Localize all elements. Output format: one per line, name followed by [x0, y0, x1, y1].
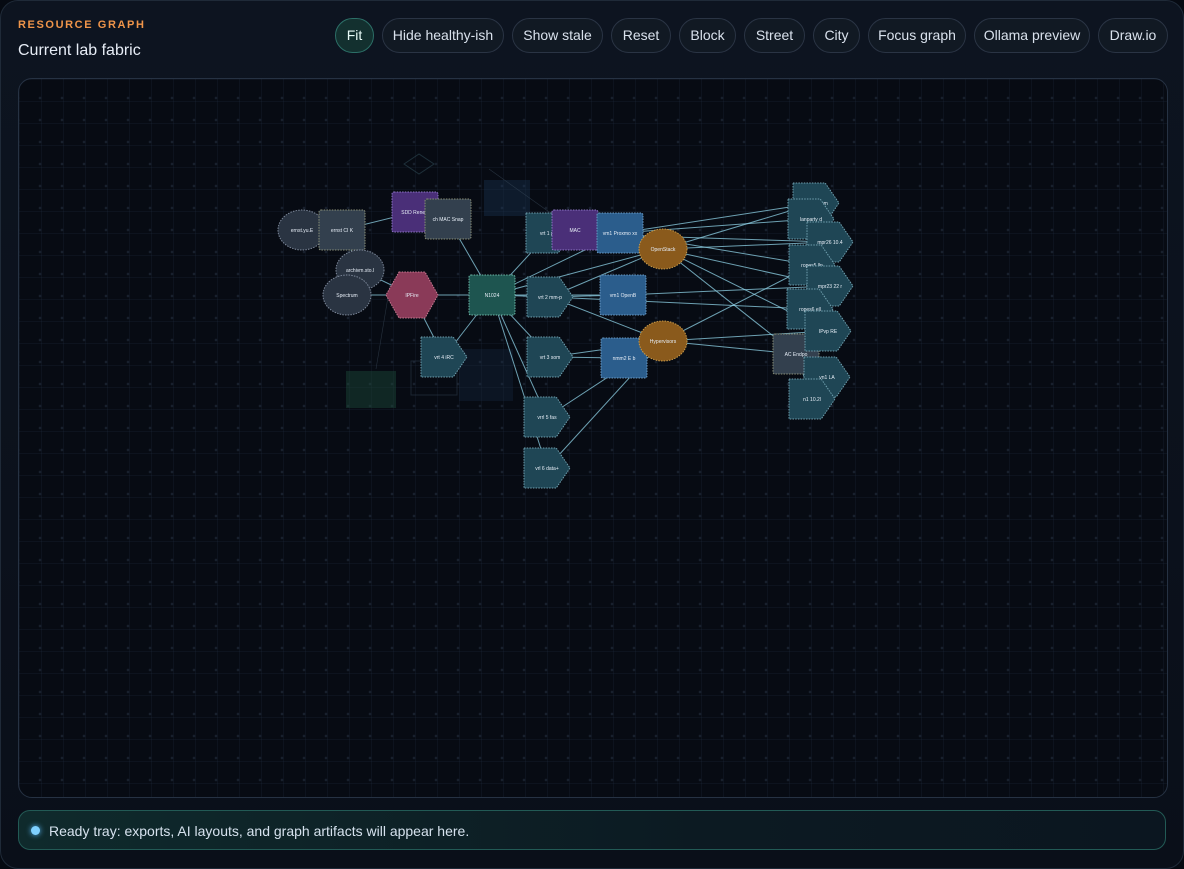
node-label: Hypervisors	[650, 339, 677, 345]
graph-node-vm[interactable]: vm1 OpenB	[599, 274, 647, 316]
node-label: vm1 Proxmo xx	[603, 231, 638, 237]
app-window: RESOURCE GRAPH Current lab fabric Fit Hi…	[0, 0, 1184, 869]
reset-button[interactable]: Reset	[611, 18, 671, 53]
node-label: IPFire	[405, 293, 419, 299]
node-label: Spectrum	[336, 293, 357, 299]
tray-message: Ready tray: exports, AI layouts, and gra…	[49, 823, 470, 839]
hide-healthy-button[interactable]: Hide healthy-ish	[382, 18, 504, 53]
node-layer: ernst.yu.E ernst CI K archivm.sto.l Spectru…	[277, 182, 854, 489]
graph-node-vlan[interactable]: vrt 2 mm-p	[526, 276, 574, 318]
street-zoom-button[interactable]: Street	[744, 18, 805, 53]
resource-graph[interactable]: ernst.yu.E ernst CI K archivm.sto.l Spectru…	[19, 79, 1167, 797]
graph-node-vlan[interactable]: vrrl 5 fas	[523, 396, 571, 438]
graph-node-vlan[interactable]: vrt 3 som	[526, 336, 574, 378]
drawio-export-button[interactable]: Draw.io	[1098, 18, 1168, 53]
node-label: vrrl 5 fas	[537, 415, 557, 421]
focus-graph-button[interactable]: Focus graph	[868, 18, 966, 53]
show-stale-button[interactable]: Show stale	[512, 18, 603, 53]
graph-canvas[interactable]: ernst.yu.E ernst CI K archivm.sto.l Spectru…	[18, 78, 1168, 798]
node-label: N1024	[485, 293, 500, 299]
node-label: MAC	[569, 228, 581, 234]
graph-node-vlan[interactable]: vrl 6 data+	[523, 447, 571, 489]
graph-node-cluster[interactable]: OpenStack	[638, 228, 688, 270]
graph-node-host[interactable]: Spectrum	[322, 274, 372, 316]
city-zoom-button[interactable]: City	[813, 18, 860, 53]
graph-edge	[619, 218, 812, 234]
graph-toolbar: Fit Hide healthy-ish Show stale Reset Bl…	[1, 18, 1183, 55]
node-label: vrl 6 data+	[535, 466, 559, 472]
node-label: nmm2 E b	[613, 356, 636, 362]
node-label: ernst CI K	[331, 228, 354, 234]
graph-node-vm[interactable]: vm1 Proxmo xx	[596, 212, 644, 254]
node-label: mpr26 10.4	[817, 240, 843, 246]
node-label: ch MAC Snap	[433, 217, 464, 223]
graph-edge	[619, 202, 817, 234]
node-label: OpenStack	[651, 247, 676, 253]
graph-node-device[interactable]: ernst CI K	[318, 209, 366, 251]
node-label: IPvp RE	[819, 329, 838, 335]
graph-node-device[interactable]: ch MAC Snap	[424, 198, 472, 240]
artifact-tray: Ready tray: exports, AI layouts, and gra…	[18, 810, 1166, 850]
graph-node-cluster[interactable]: Hypervisors	[638, 320, 688, 362]
fit-button[interactable]: Fit	[335, 18, 374, 53]
node-label: vm1 OpenB	[610, 293, 637, 299]
graph-node-switch[interactable]: N1024	[468, 274, 516, 316]
graph-node-service[interactable]: MAC	[551, 209, 599, 251]
node-label: vrt 2 mm-p	[538, 295, 562, 301]
node-label: mpr23 22 r	[818, 284, 843, 290]
status-indicator-icon	[31, 826, 40, 835]
node-label: ernst.yu.E	[291, 228, 314, 234]
graph-node-vlan[interactable]: IPvp RE	[804, 310, 852, 352]
block-zoom-button[interactable]: Block	[679, 18, 736, 53]
graph-node-firewall[interactable]: IPFire	[385, 271, 439, 319]
ollama-preview-button[interactable]: Ollama preview	[974, 18, 1090, 53]
node-label: archivm.sto.l	[346, 268, 374, 274]
node-label: vrt 3 som	[540, 355, 561, 361]
node-label: vrt 4 iRC	[434, 355, 454, 361]
node-label: n1 10.2l	[803, 397, 821, 403]
